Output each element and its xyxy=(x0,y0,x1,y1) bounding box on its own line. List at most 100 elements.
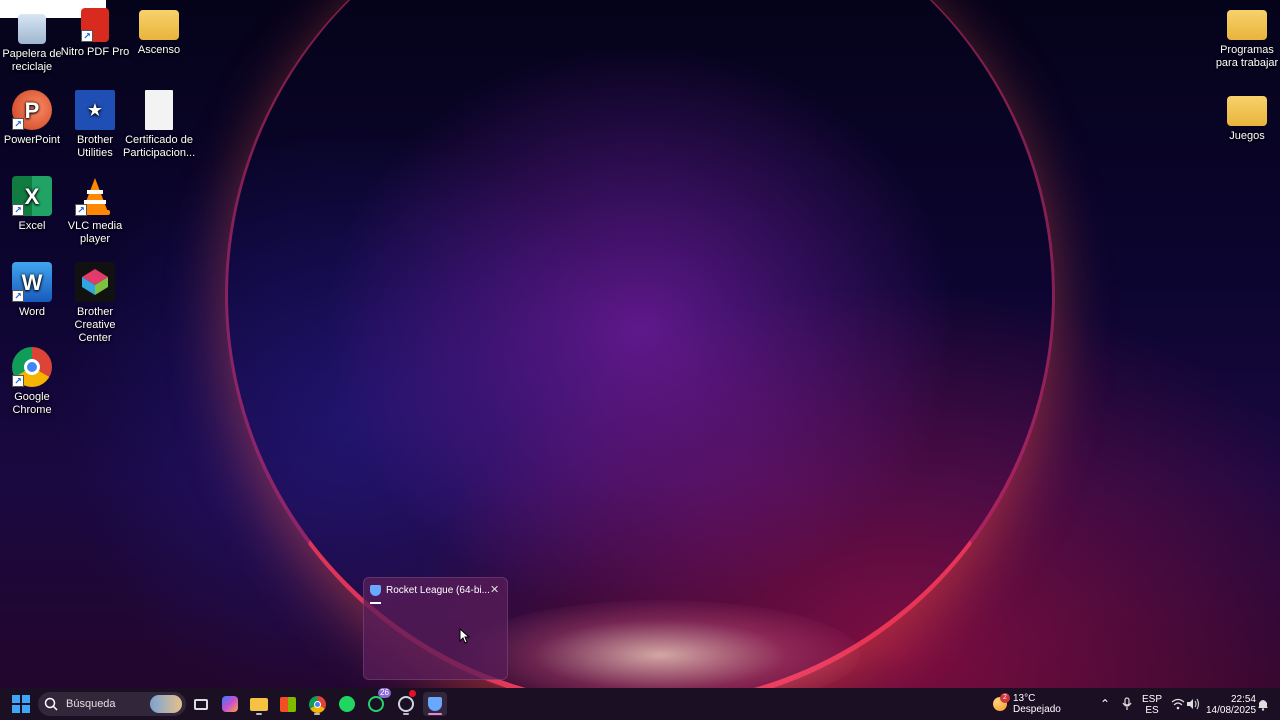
steam-button[interactable] xyxy=(394,690,418,716)
star-icon: ★ xyxy=(86,99,104,120)
excel-glyph: X xyxy=(24,183,40,209)
notifications-button[interactable] xyxy=(1251,692,1275,716)
copilot-button[interactable] xyxy=(218,692,242,716)
vlc-cone-icon: ↗ xyxy=(75,176,115,216)
chevron-up-icon: ⌃ xyxy=(1099,697,1111,711)
desktop-icon-brother-creative-center[interactable]: Brother Creative Center xyxy=(59,262,131,345)
shortcut-arrow-icon: ↗ xyxy=(12,118,24,130)
folder-icon xyxy=(139,10,179,40)
word-glyph: W xyxy=(21,269,43,295)
microsoft-store-button[interactable] xyxy=(276,692,300,716)
running-indicator xyxy=(256,713,262,715)
windows-logo-icon xyxy=(12,695,30,713)
word-icon: W ↗ xyxy=(12,262,52,302)
file-explorer-icon xyxy=(250,697,268,711)
desktop-icon-label: Papelera de reciclaje xyxy=(2,48,62,73)
desktop-icon-recycle-bin[interactable]: Papelera de reciclaje xyxy=(0,14,68,74)
desktop-icon-label: Excel xyxy=(18,220,46,232)
volume-button[interactable] xyxy=(1181,692,1205,716)
popup-loading-indicator xyxy=(370,602,381,604)
desktop-icon-label: Nitro PDF Pro xyxy=(60,46,130,58)
desktop-icon-label: Brother Creative Center xyxy=(74,306,116,344)
recycle-bin-icon xyxy=(18,14,46,44)
shortcut-arrow-icon: ↗ xyxy=(12,204,24,216)
weather-widget-icon[interactable]: 2 xyxy=(988,692,1012,716)
task-view-button[interactable] xyxy=(189,692,213,716)
bell-icon xyxy=(1258,699,1268,711)
document-thumbnail-icon xyxy=(145,90,173,130)
alert-dot-icon xyxy=(409,690,416,697)
weather-widget[interactable]: 13°C Despejado xyxy=(1013,693,1061,715)
desktop-icon-google-chrome[interactable]: ↗ Google Chrome xyxy=(0,347,68,417)
desktop-icon-powerpoint[interactable]: P ↗ PowerPoint xyxy=(0,90,68,147)
chrome-center-icon xyxy=(24,359,40,375)
language-code: ESP xyxy=(1141,694,1162,705)
clock-date: 14/08/2025 xyxy=(1206,705,1257,716)
active-window-indicator xyxy=(428,713,442,715)
file-explorer-button[interactable] xyxy=(247,692,271,716)
search-placeholder: Búsqueda xyxy=(66,698,116,710)
rocket-league-icon xyxy=(428,697,442,711)
desktop-icon-label: Ascenso xyxy=(137,44,181,56)
desktop-icon-label: Juegos xyxy=(1229,130,1265,142)
chrome-taskbar-button[interactable] xyxy=(305,692,329,716)
speaker-icon xyxy=(1187,698,1200,710)
wallpaper-arc xyxy=(225,0,1055,688)
spotify-icon xyxy=(339,696,355,712)
taskbar-thumbnail-popup[interactable]: Rocket League (64-bi... ✕ xyxy=(363,577,508,680)
popup-close-button[interactable]: ✕ xyxy=(490,583,499,596)
desktop-icon-brother-utilities[interactable]: ★ Brother Utilities xyxy=(59,90,131,160)
desktop-icon-ascenso[interactable]: Ascenso xyxy=(123,0,195,57)
brother-creative-center-icon xyxy=(75,262,115,302)
taskbar: Búsqueda 26 2 13°C Despejado ⌃ ESP ES 22… xyxy=(0,688,1280,720)
desktop-icon-excel[interactable]: X ↗ Excel xyxy=(0,176,68,233)
shortcut-arrow-icon: ↗ xyxy=(75,204,87,216)
desktop-icon-word[interactable]: W ↗ Word xyxy=(0,262,68,319)
show-hidden-icons-button[interactable]: ⌃ xyxy=(1093,692,1117,716)
shortcut-arrow-icon: ↗ xyxy=(12,290,24,302)
powerpoint-icon: P ↗ xyxy=(12,90,52,130)
shortcut-arrow-icon: ↗ xyxy=(81,30,93,42)
desktop-icon-vlc[interactable]: ↗ VLC media player xyxy=(59,176,131,246)
desktop-icon-label: Programas para trabajar xyxy=(1215,44,1279,69)
chrome-icon xyxy=(308,695,326,713)
whatsapp-icon xyxy=(368,696,384,712)
notification-badge: 26 xyxy=(378,688,391,698)
start-button[interactable] xyxy=(9,692,33,716)
weather-temperature: 13°C xyxy=(1013,693,1036,704)
microphone-button[interactable] xyxy=(1115,692,1139,716)
desktop-icon-label: Google Chrome xyxy=(12,391,52,416)
input-language-indicator[interactable]: ESP ES xyxy=(1141,694,1163,716)
clock[interactable]: 22:54 14/08/2025 xyxy=(1206,694,1256,716)
whatsapp-button[interactable]: 26 xyxy=(364,688,391,716)
desktop-icon-label: Certificado de Participacion... xyxy=(123,134,196,159)
desktop-icon-programas-para-trabajar[interactable]: Programas para trabajar xyxy=(1211,0,1280,70)
spotify-button[interactable] xyxy=(335,692,359,716)
shortcut-arrow-icon: ↗ xyxy=(12,375,24,387)
running-indicator xyxy=(403,713,409,715)
weather-condition: Despejado xyxy=(1013,704,1061,715)
desktop-icon-label: Brother Utilities xyxy=(76,134,114,159)
microphone-icon xyxy=(1122,697,1132,710)
brother-utilities-icon: ★ xyxy=(75,90,115,130)
store-icon xyxy=(280,696,296,712)
taskbar-search-box[interactable]: Búsqueda xyxy=(38,692,186,716)
nitro-pdf-icon: ↗ xyxy=(81,8,109,42)
search-icon xyxy=(44,697,58,711)
running-indicator xyxy=(314,713,320,715)
rocket-league-taskbar-button[interactable] xyxy=(423,692,447,716)
desktop-icon-label: PowerPoint xyxy=(3,134,61,146)
weather-badge: 2 xyxy=(1000,693,1010,703)
desktop-icon-label: VLC media player xyxy=(67,220,123,245)
desktop-icon-juegos[interactable]: Juegos xyxy=(1211,86,1280,143)
excel-icon: X ↗ xyxy=(12,176,52,216)
keyboard-layout-code: ES xyxy=(1145,705,1159,716)
rocket-league-icon xyxy=(370,585,381,596)
desktop-icon-nitro-pdf[interactable]: ↗ Nitro PDF Pro xyxy=(59,8,131,59)
clock-time: 22:54 xyxy=(1230,694,1256,705)
desktop-icon-label: Word xyxy=(18,306,46,318)
task-view-icon xyxy=(194,698,208,710)
chrome-icon: ↗ xyxy=(12,347,52,387)
powerpoint-glyph: P xyxy=(24,97,40,123)
desktop-icon-certificado[interactable]: Certificado de Participacion... xyxy=(123,90,195,160)
